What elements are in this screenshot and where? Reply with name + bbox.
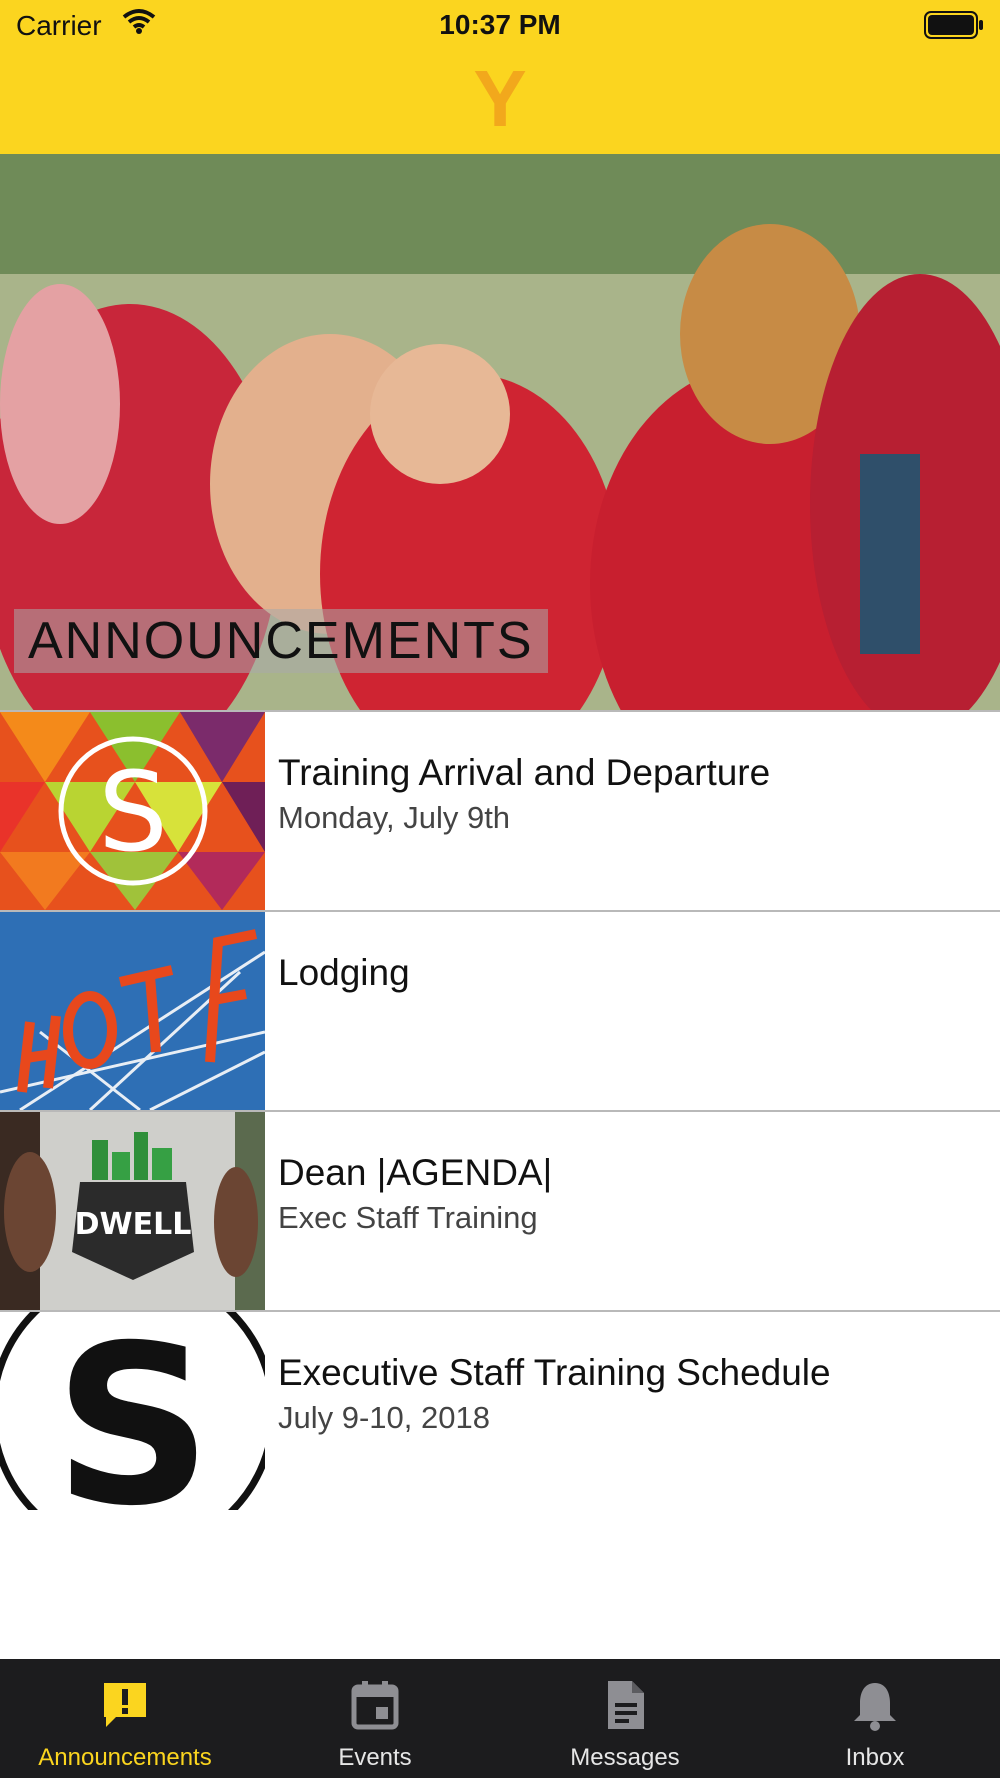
announcement-title: Training Arrival and Departure (278, 752, 771, 793)
svg-text:S: S (54, 1312, 212, 1510)
tab-messages[interactable]: Messages (500, 1659, 750, 1778)
list-item[interactable]: S Training Arrival and Departure Monday,… (0, 710, 1000, 910)
list-item[interactable]: Lodging (0, 910, 1000, 1110)
battery-icon (924, 11, 984, 44)
dwell-logo-icon: DWELL (0, 1112, 265, 1310)
svg-text:DWELL: DWELL (75, 1207, 192, 1242)
list-item[interactable]: DWELL Dean |AGENDA| Exec Staff Training (0, 1110, 1000, 1310)
announcement-subtitle: July 9-10, 2018 (278, 1400, 490, 1435)
calendar-icon (350, 1679, 400, 1731)
status-time: 10:37 PM (439, 9, 561, 40)
s-logo-icon: S (0, 712, 265, 910)
announcement-title: Dean |AGENDA| (278, 1152, 553, 1193)
hotel-sign-icon (0, 912, 265, 1110)
tab-events[interactable]: Events (250, 1659, 500, 1778)
tab-label: Messages (570, 1744, 680, 1771)
tab-bar: Announcements Events Messages Inbox (0, 1659, 1000, 1778)
announcements-hero-image: ANNOUNCEMENTS (0, 154, 1000, 710)
s-circle-logo-icon: S (0, 1312, 265, 1510)
tab-inbox[interactable]: Inbox (750, 1659, 1000, 1778)
document-icon (600, 1679, 650, 1731)
tab-label: Inbox (845, 1744, 905, 1771)
status-bar: Carrier 10:37 PM (0, 0, 1000, 50)
tab-label: Announcements (38, 1744, 212, 1771)
announcements-list: S Training Arrival and Departure Monday,… (0, 710, 1000, 1510)
announcement-title: Executive Staff Training Schedule (278, 1352, 831, 1393)
announcement-title: Lodging (278, 952, 410, 993)
list-item[interactable]: S Executive Staff Training Schedule July… (0, 1310, 1000, 1510)
announcements-banner: ANNOUNCEMENTS (14, 609, 548, 673)
tab-label: Events (338, 1744, 412, 1771)
app-logo: Y (473, 54, 527, 143)
announcement-subtitle: Exec Staff Training (278, 1200, 538, 1235)
announcement-icon (100, 1679, 150, 1731)
tab-announcements[interactable]: Announcements (0, 1659, 250, 1778)
bell-icon (850, 1679, 900, 1731)
announcement-subtitle: Monday, July 9th (278, 800, 511, 835)
navigation-bar: Y (0, 50, 1000, 154)
svg-text:S: S (98, 748, 168, 876)
